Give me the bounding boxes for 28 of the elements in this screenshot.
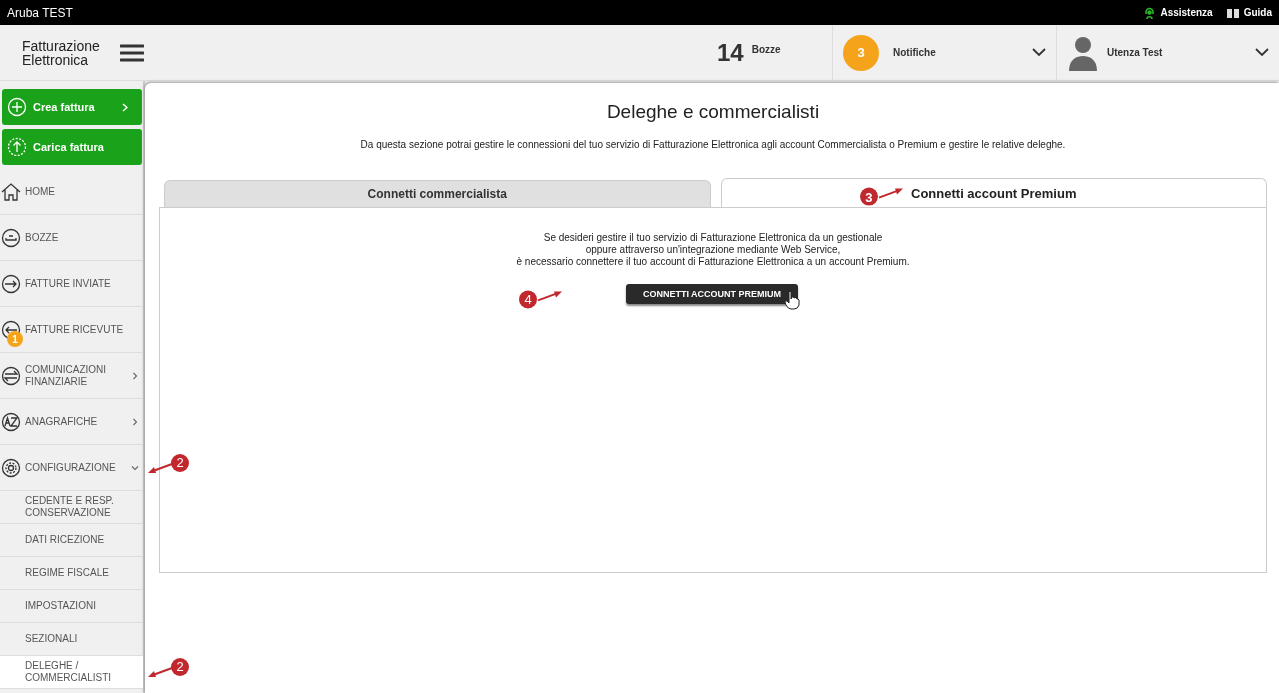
- notification-badge: 1: [7, 331, 23, 347]
- info-message: Se desideri gestire il tuo servizio di Fatturazione Elettronica da un gestionale oppure attraverso un'integrazione mediante Web Service, è necessario connettere il tuo account di Fatturazione Elettronica a un account Premium.: [515, 232, 911, 268]
- submenu-item[interactable]: DATI RICEZIONE: [0, 524, 143, 557]
- app-logo: Fatturazione Elettronica: [22, 38, 101, 67]
- top-link[interactable]: Assistenza: [1144, 6, 1213, 19]
- user-name[interactable]: Utenza Test: [1107, 47, 1247, 58]
- nav-item[interactable]: FATTURE INVIATE: [0, 261, 143, 307]
- page-description: Da questa sezione potrai gestire le connessioni del tuo servizio di Fatturazione Elettronica agli account Commercialista o Premium e gestire le relative deleghe.: [359, 139, 1067, 150]
- nav-item[interactable]: BOZZE: [0, 215, 143, 261]
- nav-item[interactable]: COMUNICAZIONI FINANZIARIE: [0, 353, 143, 399]
- submenu-item[interactable]: IMPOSTAZIONI: [0, 590, 143, 623]
- nav-item[interactable]: HOME: [0, 169, 143, 215]
- callout-number: 4: [519, 290, 537, 309]
- submenu-item[interactable]: REGIME FISCALE: [0, 557, 143, 590]
- drafts-label: Bozze: [751, 44, 781, 55]
- page-title: Deleghe e commercialisti: [605, 101, 821, 123]
- connect-premium-button[interactable]: CONNETTI ACCOUNT PREMIUM: [625, 284, 799, 304]
- notification-count: 3: [843, 34, 879, 71]
- top-link[interactable]: Guida: [1226, 6, 1272, 19]
- tab[interactable]: Connetti commercialista: [164, 180, 711, 207]
- nav-item[interactable]: FATTURE RICEVUTE 1: [0, 307, 143, 353]
- notifications-label[interactable]: Notifiche: [893, 47, 1018, 58]
- tab[interactable]: 3 Connetti account Premium: [720, 178, 1267, 207]
- app-title: Aruba TEST: [7, 5, 73, 20]
- drafts-count: 14: [717, 38, 744, 67]
- submenu-item[interactable]: CEDENTE E RESP. CONSERVAZIONE: [0, 491, 143, 524]
- nav-item[interactable]: ANAGRAFICHE: [0, 399, 143, 445]
- callout-number: 3: [859, 187, 878, 206]
